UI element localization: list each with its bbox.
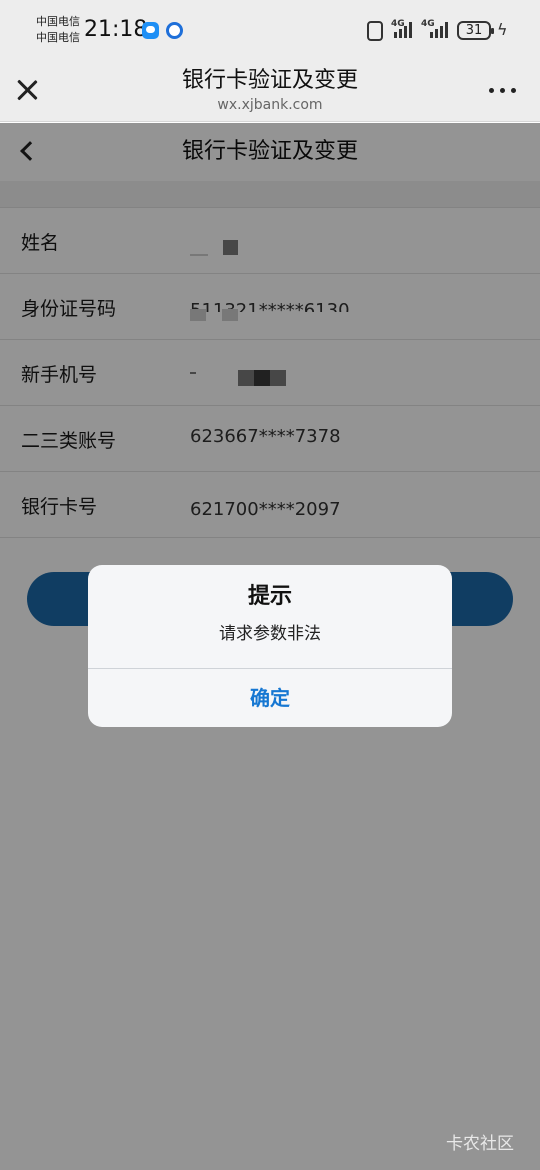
message-app-icon <box>142 22 159 39</box>
dialog-message: 请求参数非法 <box>219 624 321 644</box>
charging-icon: ϟ <box>497 20 508 39</box>
alert-dialog: 提示 请求参数非法 确定 <box>88 565 452 727</box>
signal-icon-1 <box>392 22 414 38</box>
battery-icon: 31 <box>457 21 494 40</box>
browser-url: wx.xjbank.com <box>217 97 323 113</box>
confirm-button[interactable]: 确定 <box>88 669 452 727</box>
watermark: 卡农社区 <box>446 1134 514 1154</box>
carrier-1: 中国电信 <box>36 15 80 28</box>
browser-app-icon <box>166 22 183 39</box>
signal-icon-2 <box>428 22 450 38</box>
status-bar: 中国电信 中国电信 21:18 4G 4G 31 ϟ <box>0 0 540 60</box>
browser-header: 银行卡验证及变更 wx.xjbank.com <box>0 60 540 122</box>
dialog-title: 提示 <box>247 584 292 609</box>
carrier-labels: 中国电信 中国电信 <box>36 14 80 46</box>
carrier-2: 中国电信 <box>36 31 80 44</box>
more-options-icon[interactable] <box>489 88 517 94</box>
status-time: 21:18 <box>84 17 148 42</box>
browser-title: 银行卡验证及变更 <box>181 68 358 93</box>
nfc-icon <box>367 21 383 41</box>
